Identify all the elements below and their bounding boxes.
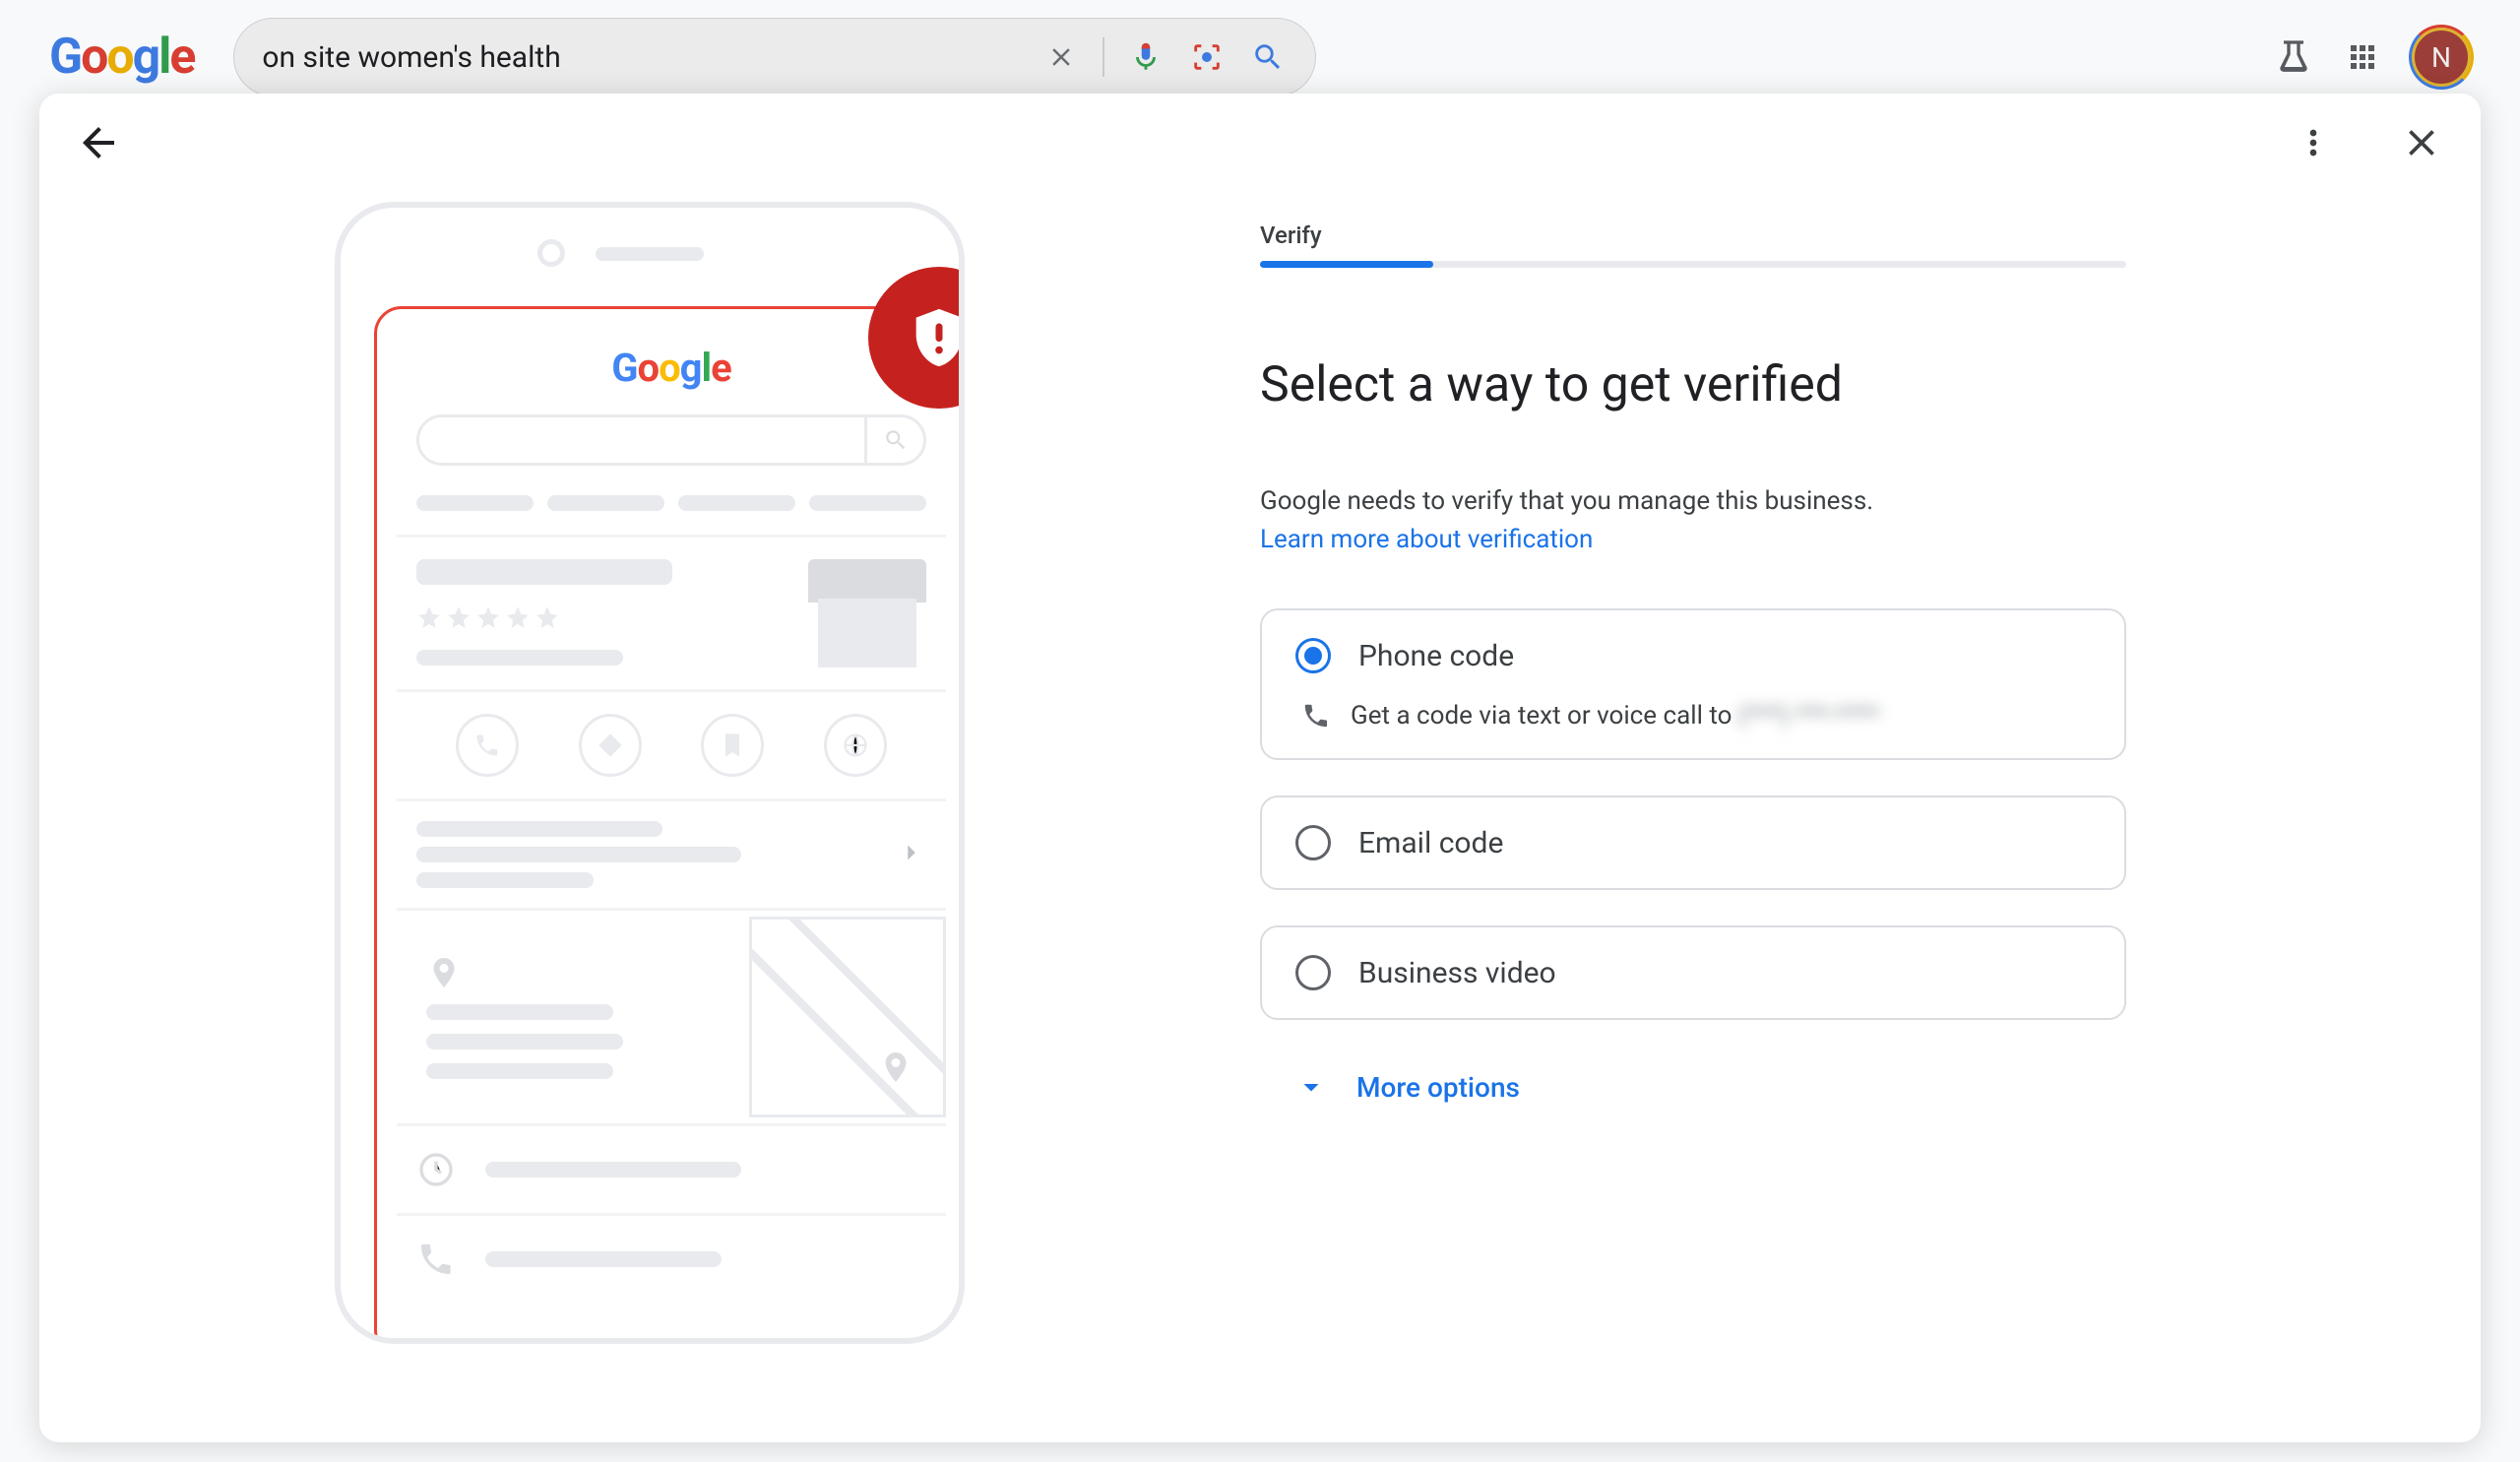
radio-icon[interactable] xyxy=(1295,825,1331,860)
google-logo[interactable]: Google xyxy=(49,29,194,86)
search-icon[interactable] xyxy=(1248,37,1288,77)
search-input[interactable] xyxy=(262,40,1020,75)
more-options-toggle[interactable]: More options xyxy=(1260,1069,2126,1105)
back-icon[interactable] xyxy=(69,113,128,172)
verify-modal: Google xyxy=(39,94,2481,1442)
progress-bar xyxy=(1260,261,2126,268)
account-avatar[interactable]: N xyxy=(2412,28,2471,87)
option-email-code[interactable]: Email code xyxy=(1260,795,2126,890)
verify-illustration: Google xyxy=(39,94,1260,1442)
option-phone-code[interactable]: Phone code Get a code via text or voice … xyxy=(1260,608,2126,760)
option-title: Phone code xyxy=(1358,639,1514,673)
close-icon[interactable] xyxy=(2392,113,2451,172)
lens-icon[interactable] xyxy=(1187,37,1227,77)
chevron-down-icon xyxy=(1293,1069,1329,1105)
apps-icon[interactable] xyxy=(2343,37,2382,77)
more-vert-icon[interactable] xyxy=(2284,113,2343,172)
page-title: Select a way to get verified xyxy=(1260,356,2126,413)
phone-icon xyxy=(1301,701,1331,731)
radio-icon[interactable] xyxy=(1295,955,1331,990)
learn-more-link[interactable]: Learn more about verification xyxy=(1260,525,1593,554)
subtext: Google needs to verify that you manage t… xyxy=(1260,482,2126,559)
clear-icon[interactable] xyxy=(1041,37,1081,77)
option-business-video[interactable]: Business video xyxy=(1260,925,2126,1020)
option-description: Get a code via text or voice call to (**… xyxy=(1351,701,1879,731)
search-box[interactable] xyxy=(233,18,1316,96)
voice-search-icon[interactable] xyxy=(1126,37,1166,77)
option-title: Business video xyxy=(1358,956,1556,990)
option-title: Email code xyxy=(1358,826,1503,860)
radio-icon[interactable] xyxy=(1295,638,1331,673)
step-label: Verify xyxy=(1260,222,2126,249)
labs-icon[interactable] xyxy=(2274,37,2313,77)
